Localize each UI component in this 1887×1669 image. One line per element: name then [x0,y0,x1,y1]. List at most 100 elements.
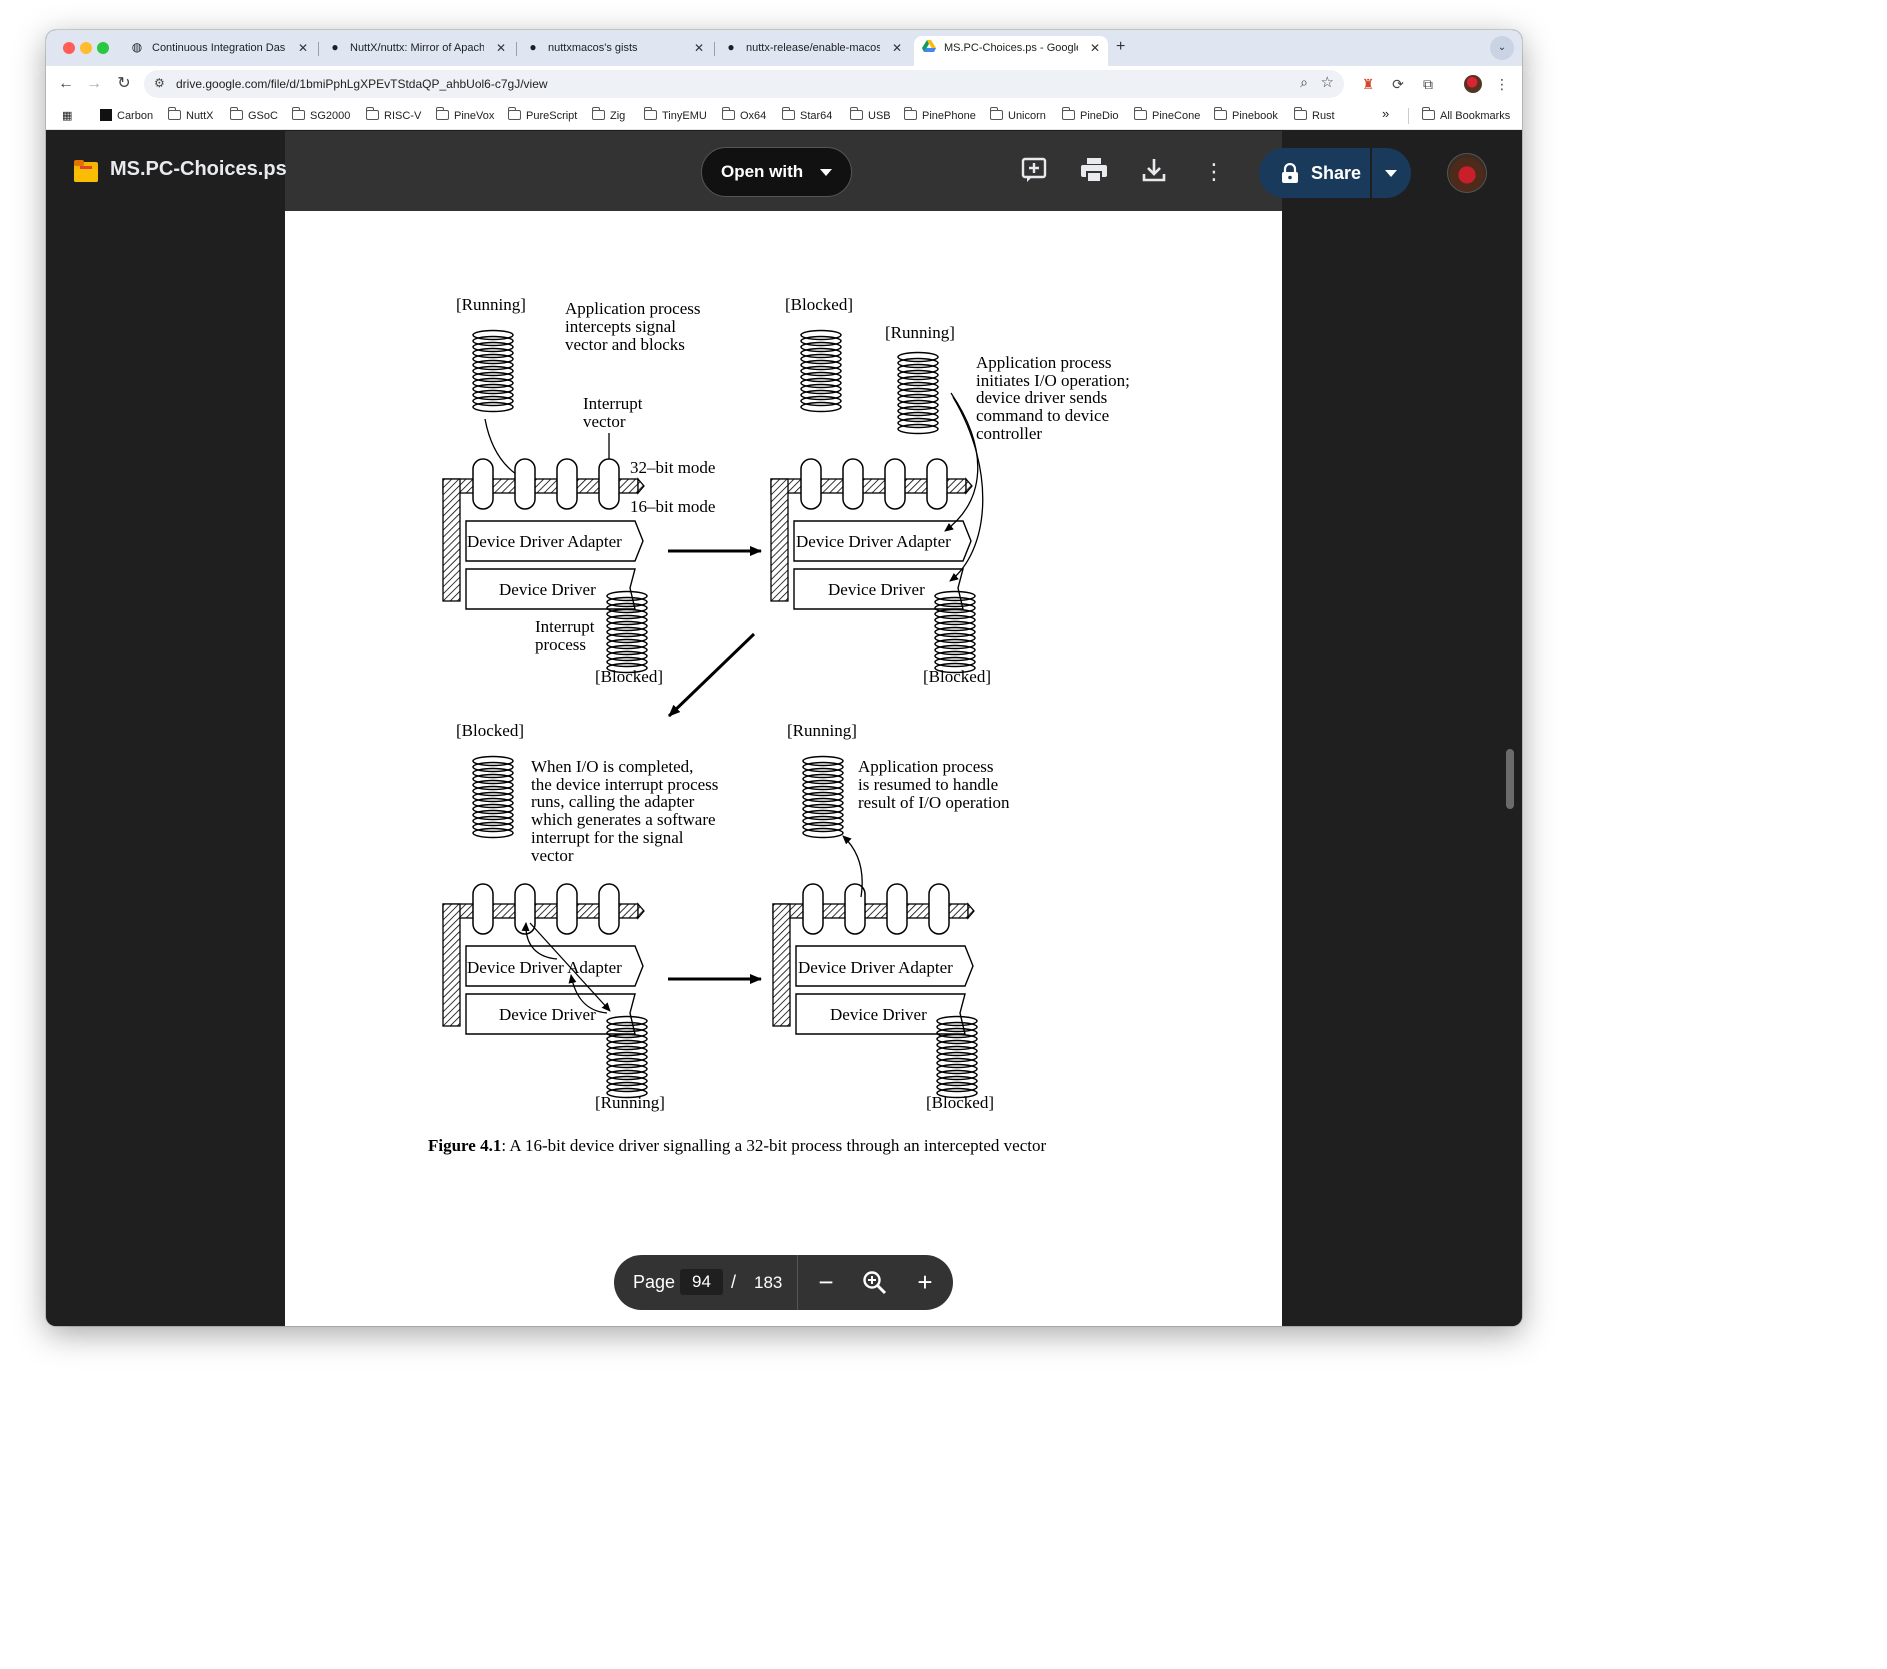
p4-blocked-label: [Blocked] [926,1093,994,1112]
p1-32bit-label: 32–bit mode [630,458,715,477]
folder-icon [1294,107,1307,120]
panel-1: [Running] Application process intercepts… [442,295,715,686]
site-settings-icon[interactable]: ⚙ [154,76,165,90]
viewer-header: MS.PC-Choices.ps Open with ⋮ Share [46,131,1522,211]
p3-application-process-spring [472,755,514,839]
bookmark-gsoc[interactable]: GSoC [230,107,278,124]
p4-note-line: is resumed to handle [858,775,998,794]
bookmark-pinedio[interactable]: PineDio [1062,107,1119,124]
folder-icon [850,107,863,120]
tab-ci-dashboard[interactable]: ◍ Continuous Integration Dashb ✕ [122,36,316,66]
close-tab-icon[interactable]: ✕ [496,36,506,60]
reload-icon[interactable]: ↻ [112,72,136,96]
bookmark-risc-v[interactable]: RISC-V [366,107,421,124]
zoom-magnifier-icon[interactable] [859,1267,891,1299]
p1-note-line: Application process [565,299,701,318]
new-tab-button[interactable]: + [1116,38,1125,56]
folder-icon [168,107,181,120]
apps-grid-icon[interactable]: ▦ [62,108,72,124]
page-total: 183 [754,1273,783,1292]
profile-avatar[interactable] [1464,75,1482,93]
bookmark-zig[interactable]: Zig [592,107,625,124]
extension-icon[interactable]: ♜ [1358,74,1378,94]
folder-icon [644,107,657,120]
bookmark-tinyemu[interactable]: TinyEMU [644,107,707,124]
p3-note-line: interrupt for the signal [531,828,684,847]
figure-caption-label: Figure 4.1 [428,1136,501,1155]
p2-note-line: device driver sends [976,388,1107,407]
folder-icon [366,107,379,120]
bookmarks-overflow-icon[interactable]: » [1382,106,1389,122]
bookmark-sg2000[interactable]: SG2000 [292,107,350,124]
bookmark-ox64[interactable]: Ox64 [722,107,766,124]
forward-arrow-icon[interactable]: → [82,72,106,96]
bookmark-carbon[interactable]: Carbon [100,108,153,124]
p2-blocked-label: [Blocked] [923,667,991,686]
folder-icon [904,107,917,120]
bookmark-usb[interactable]: USB [850,107,891,124]
p1-note-line: vector and blocks [565,335,685,354]
folder-icon [230,107,243,120]
bookmark-pinephone[interactable]: PinePhone [904,107,976,124]
p3-running-label: [Running] [595,1093,665,1112]
bookmarks-bar: ▦ Carbon NuttX GSoC SG2000 RISC-V PineVo… [46,102,1522,130]
page-navigator: Page 94 / 183 − + [614,1255,953,1310]
close-tab-icon[interactable]: ✕ [1090,36,1100,60]
document-title: MS.PC-Choices.ps [110,158,287,180]
open-with-button[interactable]: Open with [701,147,852,197]
p4-running-label: [Running] [787,721,857,740]
bookmark-pinevox[interactable]: PineVox [436,107,494,124]
minimize-window-button[interactable] [80,42,92,54]
account-avatar[interactable] [1447,153,1487,193]
share-options-caret-icon[interactable] [1385,170,1397,177]
address-bar[interactable]: ⚙ drive.google.com/file/d/1bmiPphLgXPEvT… [144,70,1344,98]
tab-search-chevron-icon[interactable]: ⌄ [1490,36,1514,60]
bookmark-unicorn[interactable]: Unicorn [990,107,1046,124]
more-options-icon[interactable]: ⋮ [1199,157,1229,187]
folder-icon [722,107,735,120]
download-icon[interactable] [1139,157,1169,187]
back-arrow-icon[interactable]: ← [54,72,78,96]
close-tab-icon[interactable]: ✕ [298,36,308,60]
bookmark-rust[interactable]: Rust [1294,107,1335,124]
bookmark-pinebook[interactable]: Pinebook [1214,107,1278,124]
github-icon: ● [529,40,537,54]
all-bookmarks-folder[interactable]: All Bookmarks [1422,107,1510,124]
zoom-in-icon[interactable]: + [909,1267,941,1299]
github-icon: ● [331,40,339,54]
tab-nuttx-release[interactable]: ● nuttx-release/enable-macos- ✕ [716,36,910,66]
browser-toolbar: ← → ↻ ⚙ drive.google.com/file/d/1bmiPphL… [46,66,1522,102]
p3-driver-label: Device Driver [499,1005,596,1024]
bookmark-star-icon[interactable]: ☆ [1321,73,1334,91]
panel-3: [Blocked] When I/O is completed, the dev… [442,721,718,1112]
extensions-puzzle-icon[interactable]: ⧉ [1418,74,1438,94]
bookmark-star64[interactable]: Star64 [782,107,832,124]
bookmark-nuttx[interactable]: NuttX [168,107,214,124]
print-icon[interactable] [1079,157,1109,187]
p1-interrupt-process-label: Interrupt [535,617,595,636]
vertical-scrollbar-thumb[interactable] [1506,749,1514,809]
close-tab-icon[interactable]: ✕ [892,36,902,60]
drive-viewer: MS.PC-Choices.ps Open with ⋮ Share [Runn… [46,131,1522,1326]
more-menu-icon[interactable]: ⋮ [1492,74,1512,94]
bookmark-purescript[interactable]: PureScript [508,107,577,124]
page-number-input[interactable]: 94 [680,1269,723,1295]
p2-driver-label: Device Driver [828,580,925,599]
tab-gists[interactable]: ● nuttxmacos's gists ✕ [518,36,712,66]
maximize-window-button[interactable] [97,42,109,54]
tab-ms-pc-choices[interactable]: MS.PC-Choices.ps - Google ✕ [914,36,1108,66]
p3-note-line: which generates a software [531,810,716,829]
close-tab-icon[interactable]: ✕ [694,36,704,60]
p2-note-line: Application process [976,353,1112,372]
tab-nuttx-mirror[interactable]: ● NuttX/nuttx: Mirror of Apache ✕ [320,36,514,66]
figure-caption: Figure 4.1: A 16-bit device driver signa… [428,1136,1046,1155]
zoom-out-icon[interactable]: − [810,1267,842,1299]
add-comment-icon[interactable] [1019,157,1049,187]
bookmark-pinecone[interactable]: PineCone [1134,107,1200,124]
sync-extension-icon[interactable]: ⟳ [1388,74,1408,94]
zoom-magnifier-icon[interactable]: ⌕ [1300,74,1308,91]
share-divider [1370,148,1372,198]
share-button[interactable]: Share [1259,148,1411,198]
tab-divider [714,42,715,56]
close-window-button[interactable] [63,42,75,54]
